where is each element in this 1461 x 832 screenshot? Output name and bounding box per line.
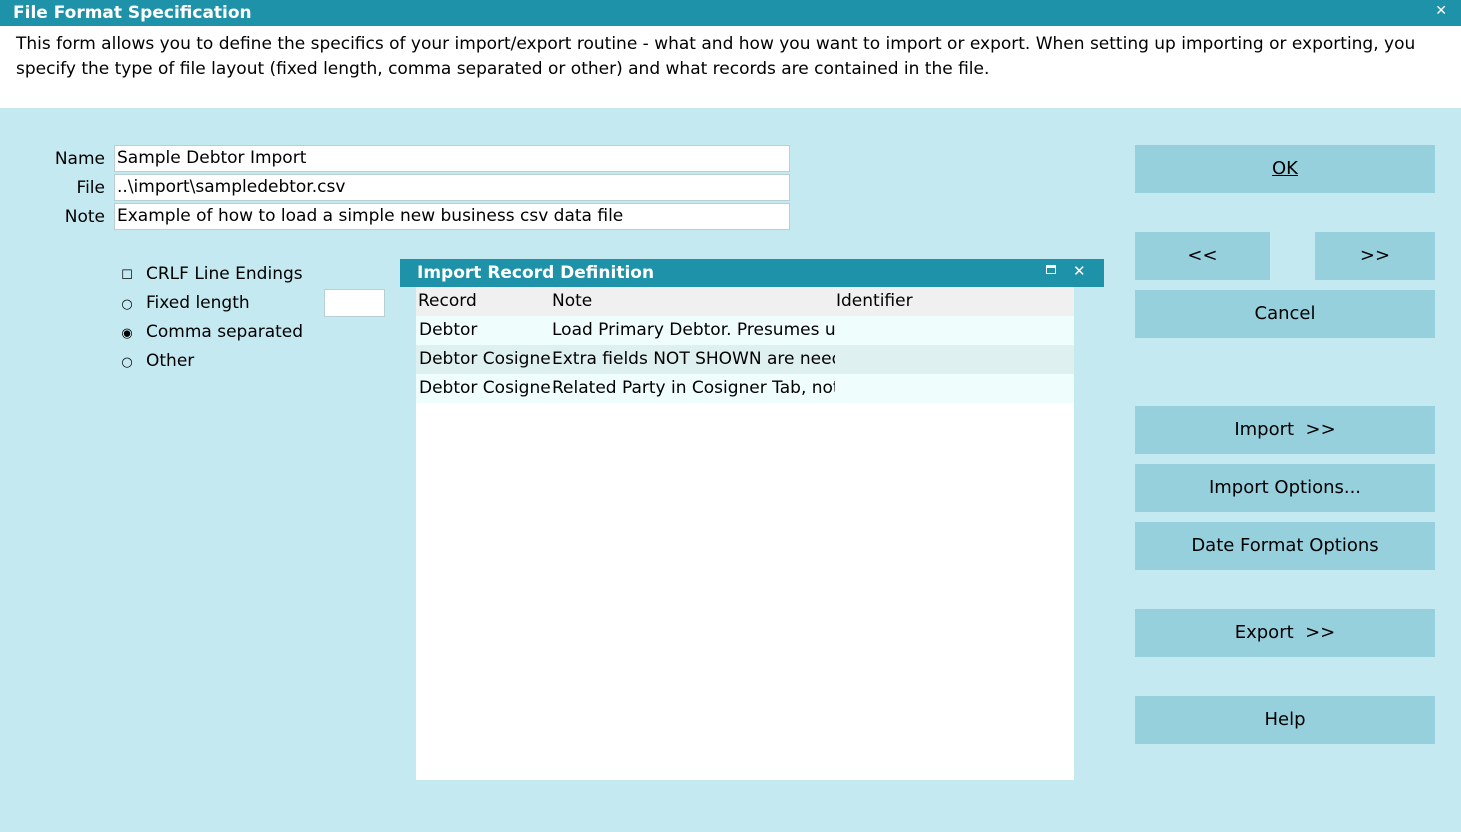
previous-label: << xyxy=(1187,245,1218,266)
file-label: File xyxy=(76,178,105,198)
help-label: Help xyxy=(1264,709,1306,730)
name-field[interactable]: Sample Debtor Import xyxy=(114,145,790,172)
record-panel-header: Import Record Definition ✕ xyxy=(400,259,1104,287)
date-format-options-button[interactable]: Date Format Options xyxy=(1135,522,1435,570)
title-bar: File Format Specification ✕ xyxy=(0,0,1461,26)
table-row[interactable]: Debtor Cosigner Extra fields NOT SHOWN a… xyxy=(416,345,1074,374)
date-format-label: Date Format Options xyxy=(1191,535,1379,556)
other-label: Other xyxy=(146,351,195,371)
fixed-length-label: Fixed length xyxy=(146,293,250,313)
crlf-checkbox[interactable]: ☐ CRLF Line Endings xyxy=(120,263,303,285)
export-button[interactable]: Export >> xyxy=(1135,609,1435,657)
description-panel: This form allows you to define the speci… xyxy=(0,26,1461,108)
note-label: Note xyxy=(64,207,105,227)
close-icon[interactable]: ✕ xyxy=(1435,3,1447,19)
note-cell: Related Party in Cosigner Tab, not xyxy=(552,378,835,398)
cancel-label: Cancel xyxy=(1254,303,1316,324)
record-panel-title: Import Record Definition xyxy=(417,263,655,283)
column-header-record[interactable]: Record xyxy=(418,287,548,316)
note-field[interactable]: Example of how to load a simple new busi… xyxy=(114,203,790,230)
column-header-identifier[interactable]: Identifier xyxy=(836,287,1066,316)
cancel-button[interactable]: Cancel xyxy=(1135,290,1435,338)
note-cell: Load Primary Debtor. Presumes us xyxy=(552,320,835,340)
export-label: Export >> xyxy=(1234,622,1336,643)
ok-label: OK xyxy=(1272,158,1298,179)
radio-off-icon: ○ xyxy=(121,297,133,312)
radio-off-icon: ○ xyxy=(121,355,133,370)
crlf-label: CRLF Line Endings xyxy=(146,264,303,284)
previous-button[interactable]: << xyxy=(1135,232,1270,280)
next-label: >> xyxy=(1359,245,1391,266)
comma-separated-radio[interactable]: ◉ Comma separated xyxy=(120,321,303,343)
other-radio[interactable]: ○ Other xyxy=(120,350,194,372)
comma-separated-label: Comma separated xyxy=(146,322,304,342)
file-field[interactable]: ..\import\sampledebtor.csv xyxy=(114,174,790,201)
radio-on-icon: ◉ xyxy=(121,326,133,341)
grid-header: Record Note Identifier xyxy=(416,287,1074,316)
import-options-label: Import Options... xyxy=(1208,477,1362,498)
help-button[interactable]: Help xyxy=(1135,696,1435,744)
close-icon[interactable]: ✕ xyxy=(1073,262,1086,280)
record-grid[interactable]: Record Note Identifier Debtor Load Prima… xyxy=(416,287,1074,780)
fixed-length-input[interactable] xyxy=(324,289,385,317)
checkbox-icon: ☐ xyxy=(121,268,133,283)
maximize-icon[interactable] xyxy=(1046,265,1056,274)
table-row[interactable]: Debtor Load Primary Debtor. Presumes us xyxy=(416,316,1074,345)
record-cell: Debtor Cosigner xyxy=(419,378,550,398)
next-button[interactable]: >> xyxy=(1315,232,1435,280)
import-button[interactable]: Import >> xyxy=(1135,406,1435,454)
import-options-button[interactable]: Import Options... xyxy=(1135,464,1435,512)
record-cell: Debtor Cosigner xyxy=(419,349,550,369)
import-label: Import >> xyxy=(1234,419,1336,440)
record-cell: Debtor xyxy=(419,320,478,340)
note-cell: Extra fields NOT SHOWN are need xyxy=(552,349,835,369)
name-label: Name xyxy=(54,149,105,169)
column-header-note[interactable]: Note xyxy=(552,287,832,316)
description-text: This form allows you to define the speci… xyxy=(16,34,1416,79)
fixed-length-radio[interactable]: ○ Fixed length xyxy=(120,292,250,314)
ok-button[interactable]: OK xyxy=(1135,145,1435,193)
window-title: File Format Specification xyxy=(13,3,252,23)
table-row[interactable]: Debtor Cosigner Related Party in Cosigne… xyxy=(416,374,1074,403)
